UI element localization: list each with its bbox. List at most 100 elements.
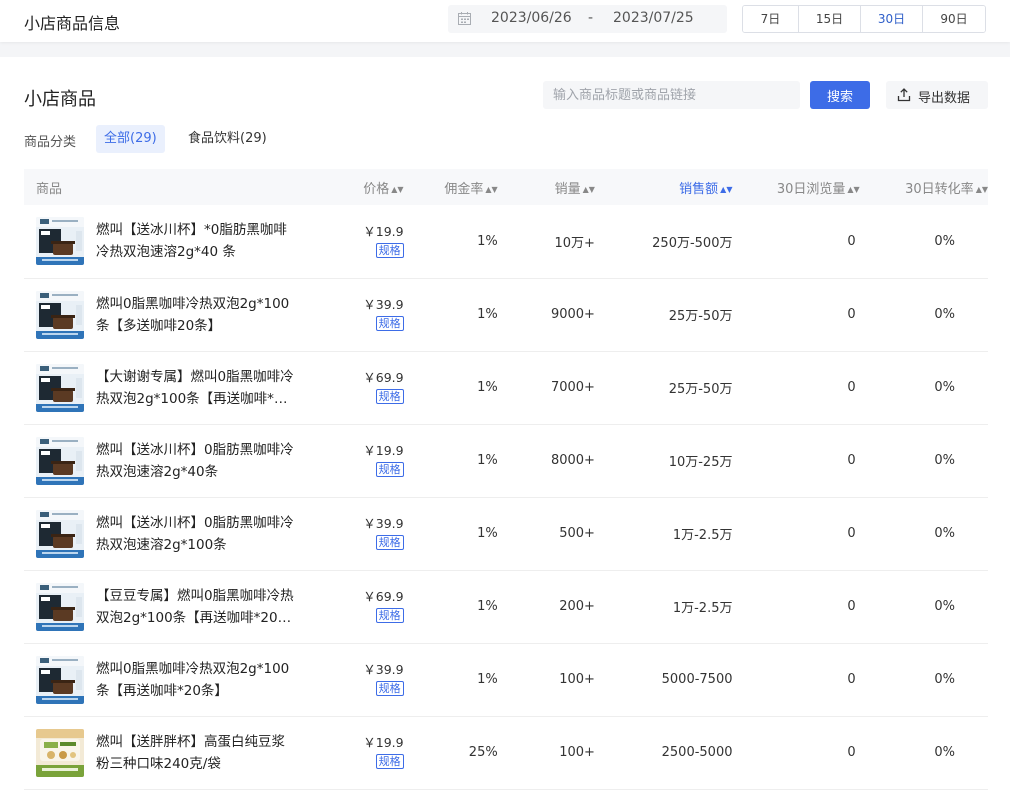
product-name[interactable]: 燃叫【送胖胖杯】高蛋白纯豆浆粉三种口味240克/袋 xyxy=(96,731,296,775)
range-90d-button[interactable]: 90日 xyxy=(923,6,985,32)
price-cell: ￥19.9 规格 xyxy=(319,205,404,278)
range-30d-button[interactable]: 30日 xyxy=(861,6,923,32)
sales-cell: 100+ xyxy=(559,745,595,760)
sort-icon[interactable]: ▲▼ xyxy=(976,185,988,194)
sort-icon[interactable]: ▲▼ xyxy=(391,185,403,194)
price-value: ￥39.9 xyxy=(363,297,404,312)
product-cell: 燃叫【送冰川杯】*0脂肪黑咖啡冷热双泡速溶2g*40 条 xyxy=(24,205,319,278)
product-cell: 燃叫0脂黑咖啡冷热双泡2g*100条【再送咖啡*20条】 xyxy=(24,643,319,716)
product-card: 小店商品 搜索 导出数据 商品分类 全部(29) 食品饮料(29) 商品价格▲▼… xyxy=(0,57,1010,790)
conversion-cell: 0% xyxy=(934,745,955,760)
export-button[interactable]: 导出数据 xyxy=(886,81,988,109)
table-row[interactable]: 燃叫【送胖胖杯】高蛋白纯豆浆粉三种口味240克/袋 ￥19.9 规格 25% 100+ 2… xyxy=(24,716,988,789)
product-info: 【大谢谢专属】燃叫0脂黑咖啡冷热双泡2g*100条【再送咖啡*20条】 xyxy=(36,363,319,412)
date-end[interactable]: 2023/07/25 xyxy=(613,10,694,26)
product-thumbnail[interactable] xyxy=(36,655,84,704)
sort-icon[interactable]: ▲▼ xyxy=(847,185,859,194)
date-range-picker[interactable]: 2023/06/26 - 2023/07/25 xyxy=(448,5,727,33)
table-row[interactable]: 燃叫0脂黑咖啡冷热双泡2g*100条【多送咖啡20条】 ￥39.9 规格 1% 9000… xyxy=(24,278,988,351)
spec-button[interactable]: 规格 xyxy=(375,389,404,404)
price-value: ￥19.9 xyxy=(363,223,404,239)
price-value: ￥19.9 xyxy=(363,443,404,458)
commission-cell: 25% xyxy=(468,745,498,760)
price-value: ￥19.9 xyxy=(363,735,404,750)
product-name[interactable]: 【豆豆专属】燃叫0脂黑咖啡冷热双泡2g*100条【再送咖啡*20条】 xyxy=(96,585,296,629)
column-label: 价格 xyxy=(363,181,390,197)
revenue-cell: 250万-500万 xyxy=(652,235,733,251)
product-info: 燃叫【送冰川杯】0脂肪黑咖啡冷热双泡速溶2g*40条 xyxy=(36,436,319,485)
col-sales-header[interactable]: 销量 ▲▼ xyxy=(498,169,595,205)
table-row[interactable]: 燃叫0脂黑咖啡冷热双泡2g*100条【再送咖啡*20条】 ￥39.9 规格 1% 100… xyxy=(24,643,988,716)
top-bar: 小店商品信息 2023/06/26 - 2023/07/25 7日 15日 30日 9… xyxy=(0,0,1010,42)
col-views-header[interactable]: 30日浏览量 ▲▼ xyxy=(732,169,860,205)
product-cell: 燃叫0脂黑咖啡冷热双泡2g*100条【多送咖啡20条】 xyxy=(24,278,319,351)
table-row[interactable]: 燃叫【送冰川杯】*0脂肪黑咖啡冷热双泡速溶2g*40 条 ￥19.9 规格 1% 10万… xyxy=(24,205,988,278)
search-button[interactable]: 搜索 xyxy=(810,81,870,109)
column-label: 30日浏览量 xyxy=(776,181,846,197)
product-thumbnail[interactable] xyxy=(36,436,84,485)
conversion-cell: 0% xyxy=(934,599,955,614)
product-thumbnail[interactable] xyxy=(36,509,84,558)
product-name[interactable]: 燃叫【送冰川杯】*0脂肪黑咖啡冷热双泡速溶2g*40 条 xyxy=(96,219,296,263)
range-7d-button[interactable]: 7日 xyxy=(743,6,799,32)
product-name[interactable]: 【大谢谢专属】燃叫0脂黑咖啡冷热双泡2g*100条【再送咖啡*20条】 xyxy=(96,366,296,410)
spec-button[interactable]: 规格 xyxy=(375,242,404,258)
product-name[interactable]: 燃叫【送冰川杯】0脂肪黑咖啡冷热双泡速溶2g*100条 xyxy=(96,512,296,556)
revenue-cell: 10万-25万 xyxy=(668,455,733,470)
col-revenue-header[interactable]: 销售额 ▲▼ xyxy=(595,169,732,205)
product-info: 燃叫【送胖胖杯】高蛋白纯豆浆粉三种口味240克/袋 xyxy=(36,728,319,777)
spec-button[interactable]: 规格 xyxy=(375,608,404,623)
product-thumbnail[interactable] xyxy=(36,728,84,777)
section-heading: 小店商品 xyxy=(24,89,96,110)
product-thumbnail[interactable] xyxy=(36,582,84,631)
table-body: 燃叫【送冰川杯】*0脂肪黑咖啡冷热双泡速溶2g*40 条 ￥19.9 规格 1% 10万… xyxy=(24,205,988,789)
sort-icon[interactable]: ▲▼ xyxy=(485,185,497,194)
sort-icon[interactable]: ▲▼ xyxy=(583,185,595,194)
date-separator: - xyxy=(588,10,594,26)
column-label: 商品 xyxy=(36,181,63,197)
views-cell: 0 xyxy=(847,233,856,249)
range-15d-button[interactable]: 15日 xyxy=(799,6,861,32)
commission-cell: 1% xyxy=(477,307,498,322)
col-conversion-header[interactable]: 30日转化率 ▲▼ xyxy=(860,169,988,205)
product-table: 商品 价格 ▲▼ 佣金率 ▲▼ 销量 ▲▼ 销售额 ▲▼ 30日浏览量 ▲▼ 30日转化率 ▲▼ 燃叫【… xyxy=(24,169,988,790)
product-thumbnail[interactable] xyxy=(36,363,84,412)
views-cell: 0 xyxy=(847,526,856,541)
product-cell: 燃叫【送冰川杯】0脂肪黑咖啡冷热双泡速溶2g*100条 xyxy=(24,497,319,570)
table-row[interactable]: 【豆豆专属】燃叫0脂黑咖啡冷热双泡2g*100条【再送咖啡*20条】 ￥69.9 规… xyxy=(24,570,988,643)
conversion-cell: 0% xyxy=(934,526,955,541)
date-start[interactable]: 2023/06/26 xyxy=(491,10,572,26)
range-button-group: 7日 15日 30日 90日 xyxy=(742,5,986,33)
sales-cell: 7000+ xyxy=(550,380,595,395)
col-commission-header[interactable]: 佣金率 ▲▼ xyxy=(404,169,497,205)
views-cell: 0 xyxy=(847,453,856,468)
product-name[interactable]: 燃叫0脂黑咖啡冷热双泡2g*100条【再送咖啡*20条】 xyxy=(96,658,296,702)
calendar-icon xyxy=(458,12,471,25)
spec-button[interactable]: 规格 xyxy=(375,316,404,331)
table-header-row: 商品 价格 ▲▼ 佣金率 ▲▼ 销量 ▲▼ 销售额 ▲▼ 30日浏览量 ▲▼ 30日转化率 ▲▼ xyxy=(24,169,988,205)
price-cell: ￥39.9 规格 xyxy=(319,497,404,570)
product-name[interactable]: 燃叫【送冰川杯】0脂肪黑咖啡冷热双泡速溶2g*40条 xyxy=(96,439,296,483)
product-name[interactable]: 燃叫0脂黑咖啡冷热双泡2g*100条【多送咖啡20条】 xyxy=(96,293,296,337)
sort-icon[interactable]: ▲▼ xyxy=(720,185,732,194)
search-input[interactable] xyxy=(543,81,800,109)
product-thumbnail[interactable] xyxy=(36,217,84,266)
spec-button[interactable]: 规格 xyxy=(375,535,404,550)
col-product-header: 商品 xyxy=(24,169,319,205)
table-row[interactable]: 燃叫【送冰川杯】0脂肪黑咖啡冷热双泡速溶2g*40条 ￥19.9 规格 1% 8000+… xyxy=(24,424,988,497)
table-row[interactable]: 燃叫【送冰川杯】0脂肪黑咖啡冷热双泡速溶2g*100条 ￥39.9 规格 1% 500+… xyxy=(24,497,988,570)
commission-cell: 1% xyxy=(477,526,498,541)
spec-button[interactable]: 规格 xyxy=(375,462,404,477)
col-price-header[interactable]: 价格 ▲▼ xyxy=(319,169,403,205)
spec-button[interactable]: 规格 xyxy=(375,754,404,769)
table-row[interactable]: 【大谢谢专属】燃叫0脂黑咖啡冷热双泡2g*100条【再送咖啡*20条】 ￥69.9… xyxy=(24,351,988,424)
views-cell: 0 xyxy=(847,380,856,395)
conversion-cell: 0% xyxy=(934,672,955,687)
spec-button[interactable]: 规格 xyxy=(375,681,404,696)
product-thumbnail[interactable] xyxy=(36,290,84,339)
commission-cell: 1% xyxy=(477,380,498,395)
category-chip-food[interactable]: 食品饮料(29) xyxy=(180,125,275,153)
commission-cell: 1% xyxy=(477,233,498,249)
export-label: 导出数据 xyxy=(918,91,971,106)
category-chip-all[interactable]: 全部(29) xyxy=(96,125,165,153)
